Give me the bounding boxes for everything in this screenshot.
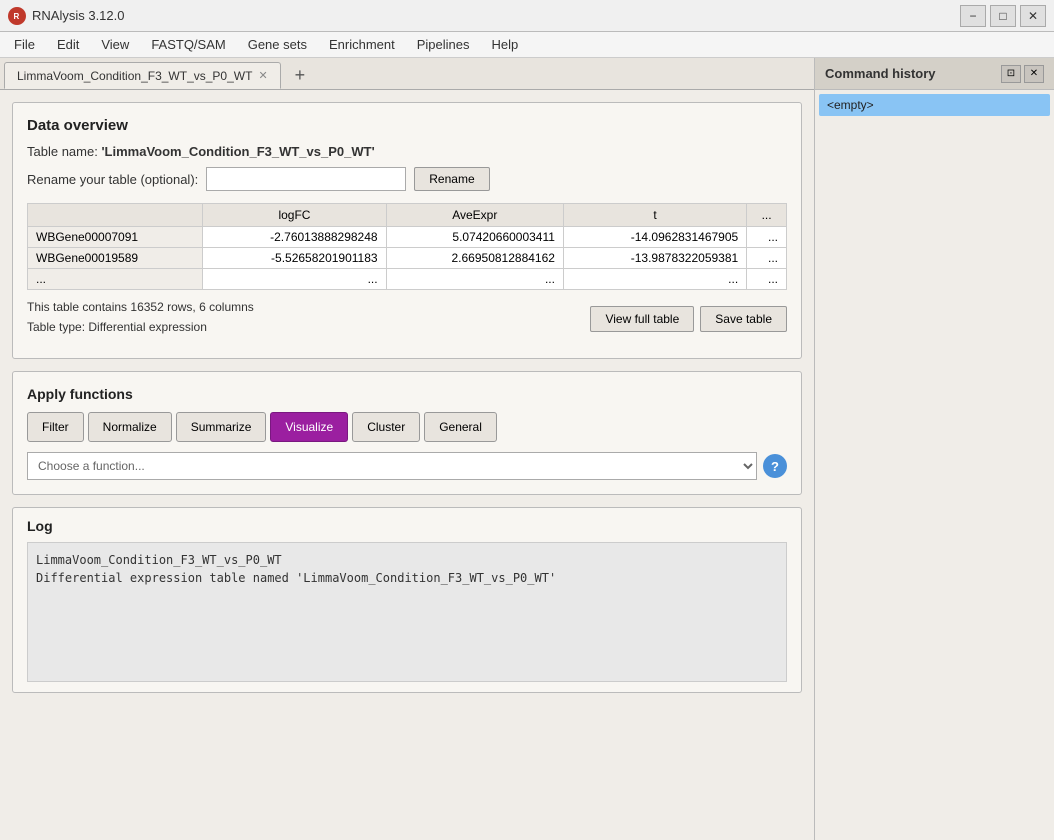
table-name-label: Table name: (27, 144, 98, 159)
rename-input[interactable] (206, 167, 406, 191)
title-bar-controls: − □ ✕ (960, 5, 1046, 27)
menu-bar: File Edit View FASTQ/SAM Gene sets Enric… (0, 32, 1054, 58)
table-row: ............... (28, 269, 787, 290)
function-tabs: FilterNormalizeSummarizeVisualizeCluster… (27, 412, 787, 442)
menu-fastq-sam[interactable]: FASTQ/SAM (141, 34, 235, 55)
info-left: This table contains 16352 rows, 6 column… (27, 300, 254, 344)
right-panel-controls: ⊡ ✕ (1001, 65, 1044, 83)
save-table-button[interactable]: Save table (700, 306, 787, 332)
log-content: LimmaVoom_Condition_F3_WT_vs_P0_WT Diffe… (27, 542, 787, 682)
data-overview-section: Data overview Table name: 'LimmaVoom_Con… (12, 102, 802, 359)
col-header-more: ... (747, 204, 787, 227)
fn-tab-filter[interactable]: Filter (27, 412, 84, 442)
row-gene-name: ... (28, 269, 203, 290)
fn-tab-cluster[interactable]: Cluster (352, 412, 420, 442)
row-cell: 5.07420660003411 (386, 227, 563, 248)
add-tab-button[interactable]: + (287, 62, 314, 89)
menu-help[interactable]: Help (482, 34, 529, 55)
data-table: logFC AveExpr t ... WBGene00007091-2.760… (27, 203, 787, 290)
row-cell: ... (386, 269, 563, 290)
row-cell: -5.52658201901183 (203, 248, 386, 269)
data-overview-title: Data overview (27, 117, 787, 134)
row-gene-name: WBGene00007091 (28, 227, 203, 248)
table-type: Table type: Differential expression (27, 320, 254, 334)
rename-row: Rename your table (optional): Rename (27, 167, 787, 191)
row-cell: ... (203, 269, 386, 290)
tab-label: LimmaVoom_Condition_F3_WT_vs_P0_WT (17, 69, 252, 83)
row-cell: ... (747, 248, 787, 269)
col-header-rowname (28, 204, 203, 227)
col-header-aveexpr: AveExpr (386, 204, 563, 227)
info-actions-row: This table contains 16352 rows, 6 column… (27, 300, 787, 344)
apply-functions-section: Apply functions FilterNormalizeSummarize… (12, 371, 802, 495)
minimize-button[interactable]: − (960, 5, 986, 27)
close-history-button[interactable]: ✕ (1024, 65, 1044, 83)
row-cell: ... (563, 269, 746, 290)
col-header-logfc: logFC (203, 204, 386, 227)
table-actions: View full table Save table (590, 306, 787, 332)
main-layout: LimmaVoom_Condition_F3_WT_vs_P0_WT ✕ + D… (0, 58, 1054, 840)
app-title: RNAlysis 3.12.0 (32, 8, 124, 23)
right-panel: Command history ⊡ ✕ <empty> (814, 58, 1054, 840)
rename-button[interactable]: Rename (414, 167, 489, 191)
fn-tab-normalize[interactable]: Normalize (88, 412, 172, 442)
left-panel: LimmaVoom_Condition_F3_WT_vs_P0_WT ✕ + D… (0, 58, 814, 840)
right-panel-content: <empty> (815, 90, 1054, 840)
table-row: WBGene00019589-5.526582019011832.6695081… (28, 248, 787, 269)
title-bar: R RNAlysis 3.12.0 − □ ✕ (0, 0, 1054, 32)
restore-button[interactable]: ⊡ (1001, 65, 1021, 83)
main-tab[interactable]: LimmaVoom_Condition_F3_WT_vs_P0_WT ✕ (4, 62, 281, 89)
close-button[interactable]: ✕ (1020, 5, 1046, 27)
tab-close-icon[interactable]: ✕ (258, 69, 267, 82)
menu-edit[interactable]: Edit (47, 34, 89, 55)
maximize-button[interactable]: □ (990, 5, 1016, 27)
row-cell: ... (747, 227, 787, 248)
row-cell: -13.9878322059381 (563, 248, 746, 269)
title-bar-left: R RNAlysis 3.12.0 (8, 7, 124, 25)
view-full-table-button[interactable]: View full table (590, 306, 694, 332)
table-name-row: Table name: 'LimmaVoom_Condition_F3_WT_v… (27, 144, 787, 159)
history-empty-item: <empty> (819, 94, 1050, 116)
table-info: This table contains 16352 rows, 6 column… (27, 300, 254, 314)
right-panel-header: Command history ⊡ ✕ (815, 58, 1054, 90)
help-button[interactable]: ? (763, 454, 787, 478)
content-area: Data overview Table name: 'LimmaVoom_Con… (0, 90, 814, 840)
row-cell: -14.0962831467905 (563, 227, 746, 248)
fn-tab-general[interactable]: General (424, 412, 497, 442)
apply-functions-title: Apply functions (27, 386, 787, 402)
table-row: WBGene00007091-2.760138882982485.0742066… (28, 227, 787, 248)
app-icon: R (8, 7, 26, 25)
row-cell: 2.66950812884162 (386, 248, 563, 269)
col-header-t: t (563, 204, 746, 227)
row-cell: -2.76013888298248 (203, 227, 386, 248)
menu-pipelines[interactable]: Pipelines (407, 34, 480, 55)
row-gene-name: WBGene00019589 (28, 248, 203, 269)
function-select-row: Choose a function... ? (27, 452, 787, 480)
menu-view[interactable]: View (91, 34, 139, 55)
menu-gene-sets[interactable]: Gene sets (238, 34, 317, 55)
command-history-title: Command history (825, 66, 936, 81)
fn-tab-visualize[interactable]: Visualize (270, 412, 348, 442)
function-select[interactable]: Choose a function... (27, 452, 757, 480)
fn-tab-summarize[interactable]: Summarize (176, 412, 267, 442)
log-title: Log (27, 518, 787, 534)
tab-bar: LimmaVoom_Condition_F3_WT_vs_P0_WT ✕ + (0, 58, 814, 90)
menu-enrichment[interactable]: Enrichment (319, 34, 405, 55)
log-line1: LimmaVoom_Condition_F3_WT_vs_P0_WT (36, 551, 778, 569)
row-cell: ... (747, 269, 787, 290)
table-name-value: 'LimmaVoom_Condition_F3_WT_vs_P0_WT' (101, 144, 374, 159)
log-line2: Differential expression table named 'Lim… (36, 569, 778, 587)
log-section: Log LimmaVoom_Condition_F3_WT_vs_P0_WT D… (12, 507, 802, 693)
menu-file[interactable]: File (4, 34, 45, 55)
svg-text:R: R (14, 12, 20, 21)
rename-label: Rename your table (optional): (27, 172, 198, 187)
